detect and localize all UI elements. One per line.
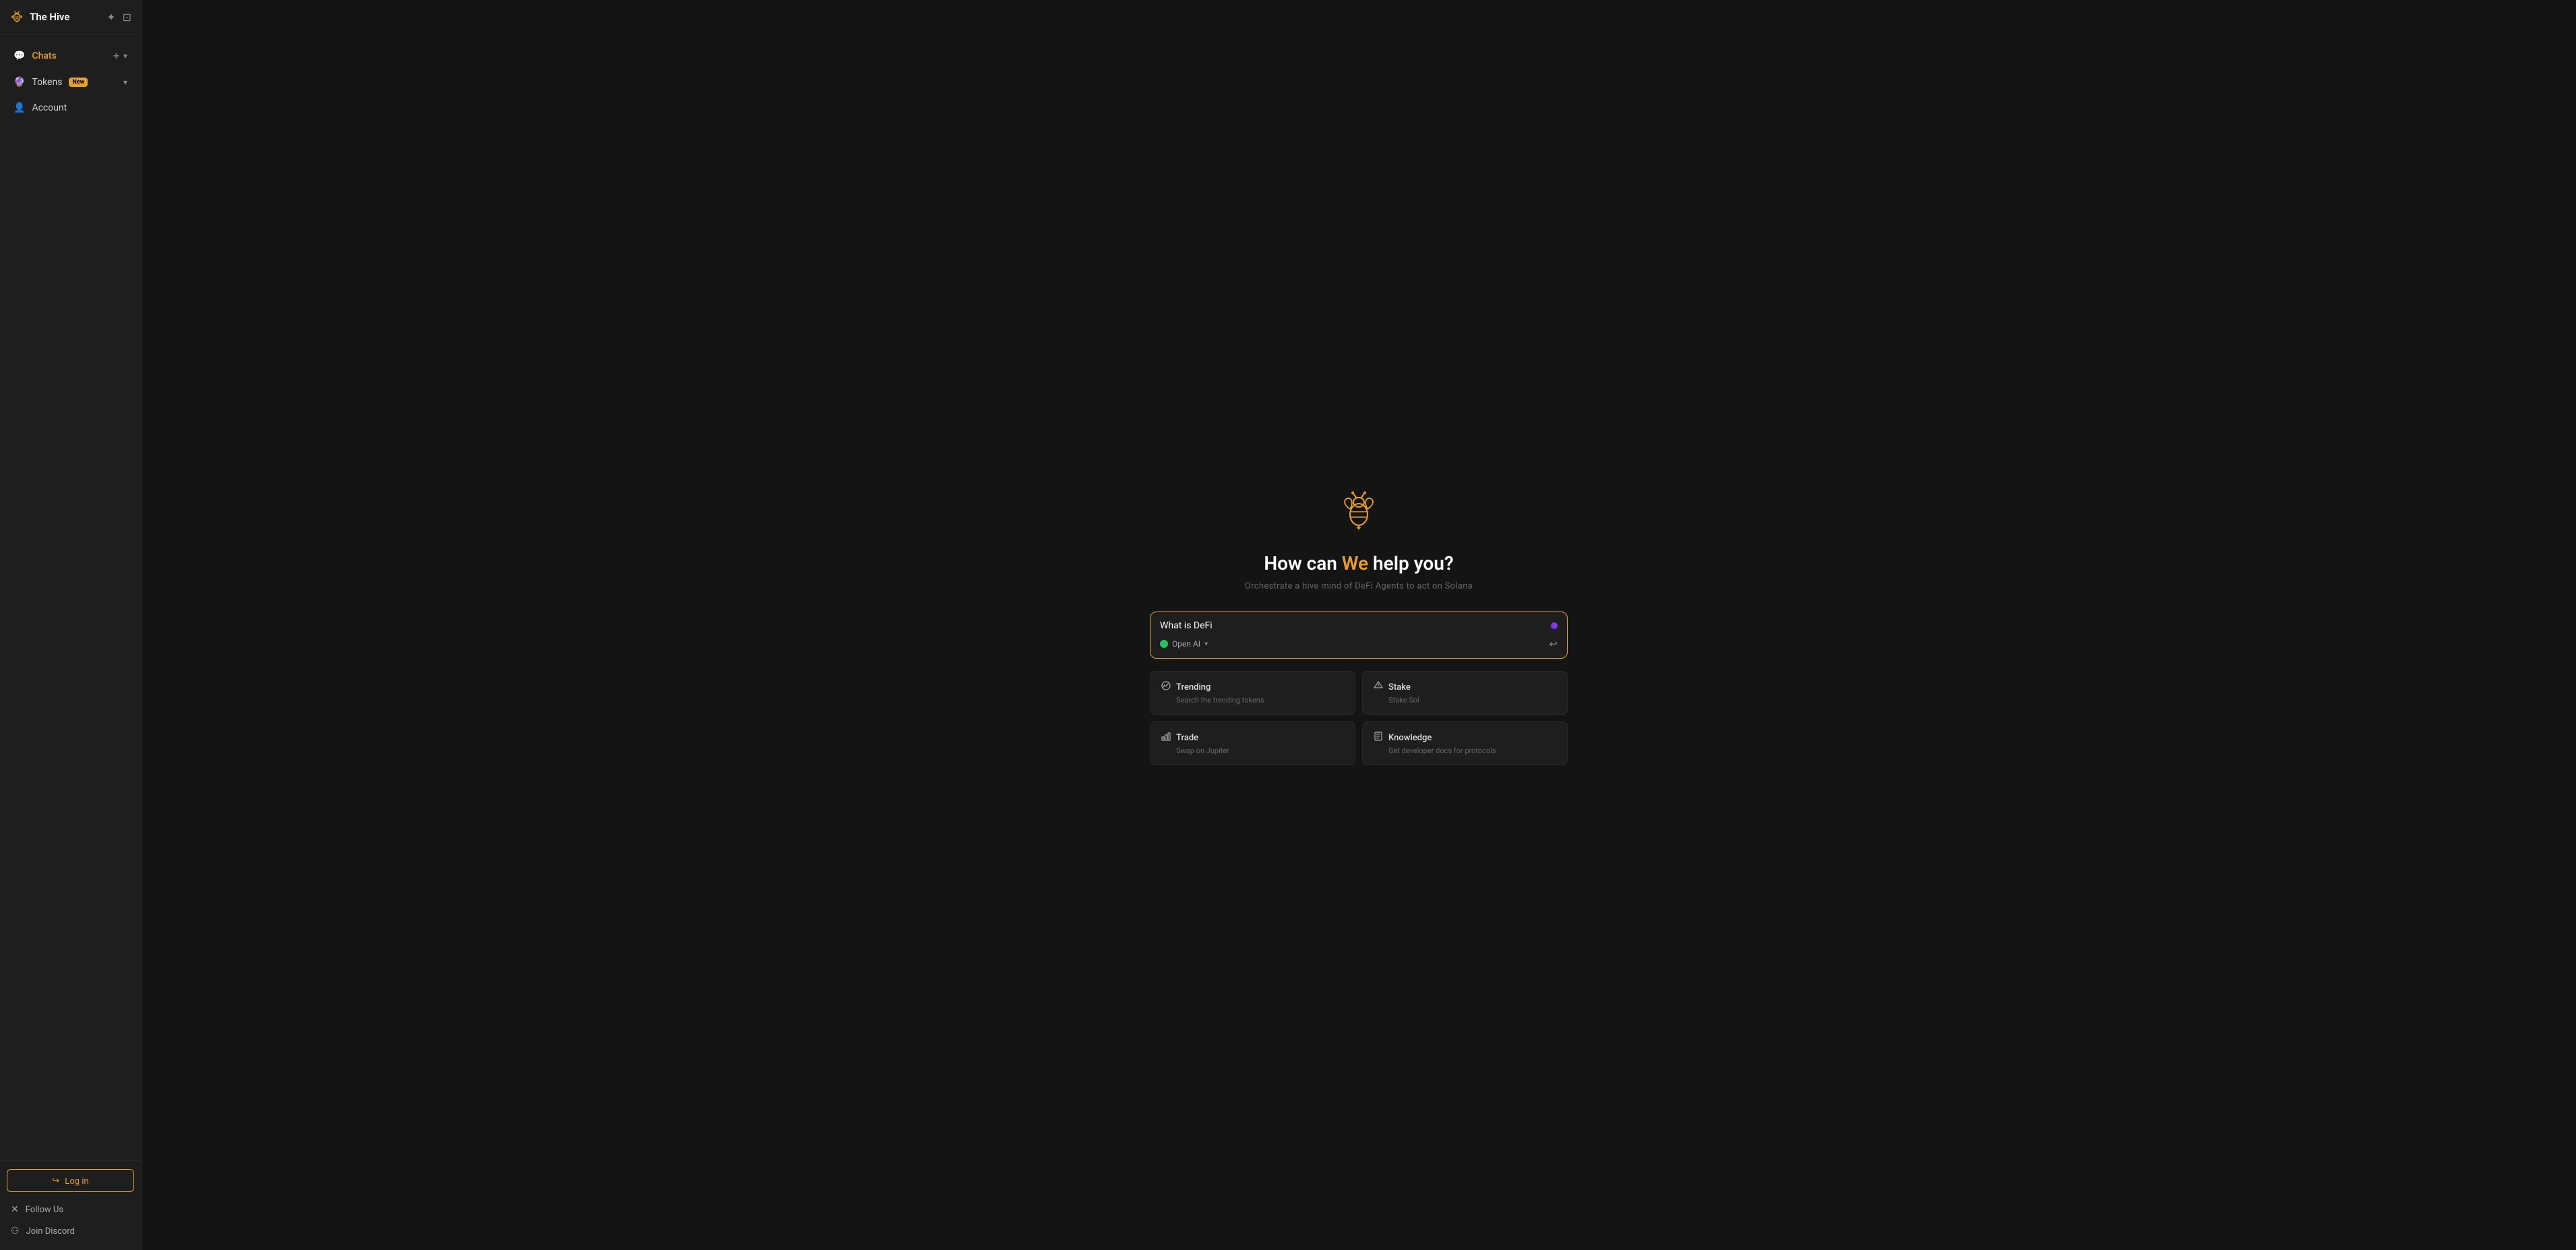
chats-left: 💬 Chats	[13, 51, 57, 61]
x-twitter-icon: ✕	[11, 1204, 19, 1215]
account-left: 👤 Account	[13, 102, 67, 113]
chats-label: Chats	[32, 51, 56, 61]
knowledge-icon	[1374, 732, 1383, 744]
send-button[interactable]: ↩	[1549, 638, 1558, 650]
chat-input-container: Open AI ▾ ↩	[1150, 612, 1568, 659]
trending-desc: Search the trending tokens	[1176, 696, 1344, 705]
discord-icon: ⚇	[11, 1226, 20, 1237]
tokens-chevron-icon: ▾	[123, 78, 127, 87]
stake-title: Stake	[1388, 682, 1411, 692]
chat-icon: 💬	[13, 51, 25, 61]
stake-icon	[1374, 681, 1383, 693]
ai-selector[interactable]: Open AI ▾	[1160, 639, 1208, 649]
trade-card-header: Trade	[1161, 732, 1344, 744]
trending-icon	[1161, 681, 1171, 693]
title-highlight: We	[1342, 552, 1368, 574]
tokens-icon: 🔮	[13, 77, 25, 88]
tokens-left: 🔮 Tokens New	[13, 77, 88, 88]
add-chat-icon[interactable]: +	[113, 49, 119, 62]
header-icon-group: ✦ ⊡	[106, 11, 131, 24]
ai-selector-label: Open AI	[1172, 639, 1200, 649]
tokens-label: Tokens	[32, 77, 62, 88]
action-card-stake[interactable]: Stake Stake Sol	[1362, 671, 1568, 715]
bee-logo-svg	[1335, 485, 1383, 533]
trade-icon	[1161, 732, 1171, 744]
main-subtitle: Orchestrate a hive mind of DeFi Agents t…	[1245, 581, 1473, 591]
purple-status-dot	[1551, 622, 1558, 629]
trade-title: Trade	[1176, 733, 1198, 743]
account-icon: 👤	[13, 102, 25, 113]
sidebar-item-chats[interactable]: 💬 Chats + ▾	[4, 42, 137, 69]
action-cards: Trending Search the trending tokens Stak…	[1150, 671, 1568, 765]
stake-desc: Stake Sol	[1388, 696, 1556, 705]
follow-us-label: Follow Us	[26, 1205, 63, 1215]
sidebar-item-account[interactable]: 👤 Account	[4, 96, 137, 120]
sidebar-item-tokens[interactable]: 🔮 Tokens New ▾	[4, 70, 137, 94]
action-card-trending[interactable]: Trending Search the trending tokens	[1150, 671, 1355, 715]
chats-right: + ▾	[113, 49, 127, 62]
sidebar: The Hive ✦ ⊡ 💬 Chats + ▾ 🔮 Tokens New	[0, 0, 142, 1250]
sidebar-nav: 💬 Chats + ▾ 🔮 Tokens New ▾ 👤 Account	[0, 34, 141, 1160]
stake-card-header: Stake	[1374, 681, 1556, 693]
title-end: help you?	[1368, 552, 1454, 574]
trade-desc: Swap on Jupiter	[1176, 746, 1344, 755]
join-discord-label: Join Discord	[26, 1226, 75, 1237]
brand-logo[interactable]: The Hive	[9, 9, 69, 24]
login-button[interactable]: ↪ Log in	[7, 1169, 134, 1192]
join-discord-link[interactable]: ⚇ Join Discord	[7, 1220, 134, 1242]
follow-us-link[interactable]: ✕ Follow Us	[7, 1199, 134, 1220]
action-card-knowledge[interactable]: Knowledge Get developer docs for protoco…	[1362, 721, 1568, 765]
bee-logo	[1335, 485, 1383, 536]
chat-input[interactable]	[1160, 620, 1551, 631]
layout-icon[interactable]: ⊡	[123, 11, 131, 24]
account-label: Account	[32, 102, 67, 113]
trending-title: Trending	[1176, 682, 1210, 692]
brand-name: The Hive	[30, 11, 69, 23]
chats-chevron-icon: ▾	[123, 51, 127, 61]
input-footer: Open AI ▾ ↩	[1160, 638, 1558, 650]
bee-brand-icon	[9, 9, 24, 24]
settings-icon[interactable]: ✦	[106, 11, 115, 24]
sidebar-header: The Hive ✦ ⊡	[0, 0, 141, 34]
trending-card-header: Trending	[1161, 681, 1344, 693]
knowledge-desc: Get developer docs for protocols	[1388, 746, 1556, 755]
login-arrow-icon: ↪	[52, 1175, 59, 1186]
center-container: How can We help you? Orchestrate a hive …	[1150, 485, 1568, 765]
action-card-trade[interactable]: Trade Swap on Jupiter	[1150, 721, 1355, 765]
title-start: How can	[1264, 552, 1342, 574]
tokens-right: ▾	[123, 78, 127, 87]
input-row	[1160, 620, 1558, 631]
sidebar-footer: ↪ Log in ✕ Follow Us ⚇ Join Discord	[0, 1160, 141, 1250]
ai-status-dot	[1160, 640, 1168, 648]
knowledge-title: Knowledge	[1388, 733, 1432, 743]
main-content: How can We help you? Orchestrate a hive …	[142, 0, 2576, 1250]
ai-chevron-icon: ▾	[1204, 641, 1208, 648]
main-title: How can We help you?	[1264, 552, 1453, 574]
knowledge-card-header: Knowledge	[1374, 732, 1556, 744]
login-label: Log in	[65, 1176, 88, 1186]
tokens-badge: New	[69, 78, 88, 87]
